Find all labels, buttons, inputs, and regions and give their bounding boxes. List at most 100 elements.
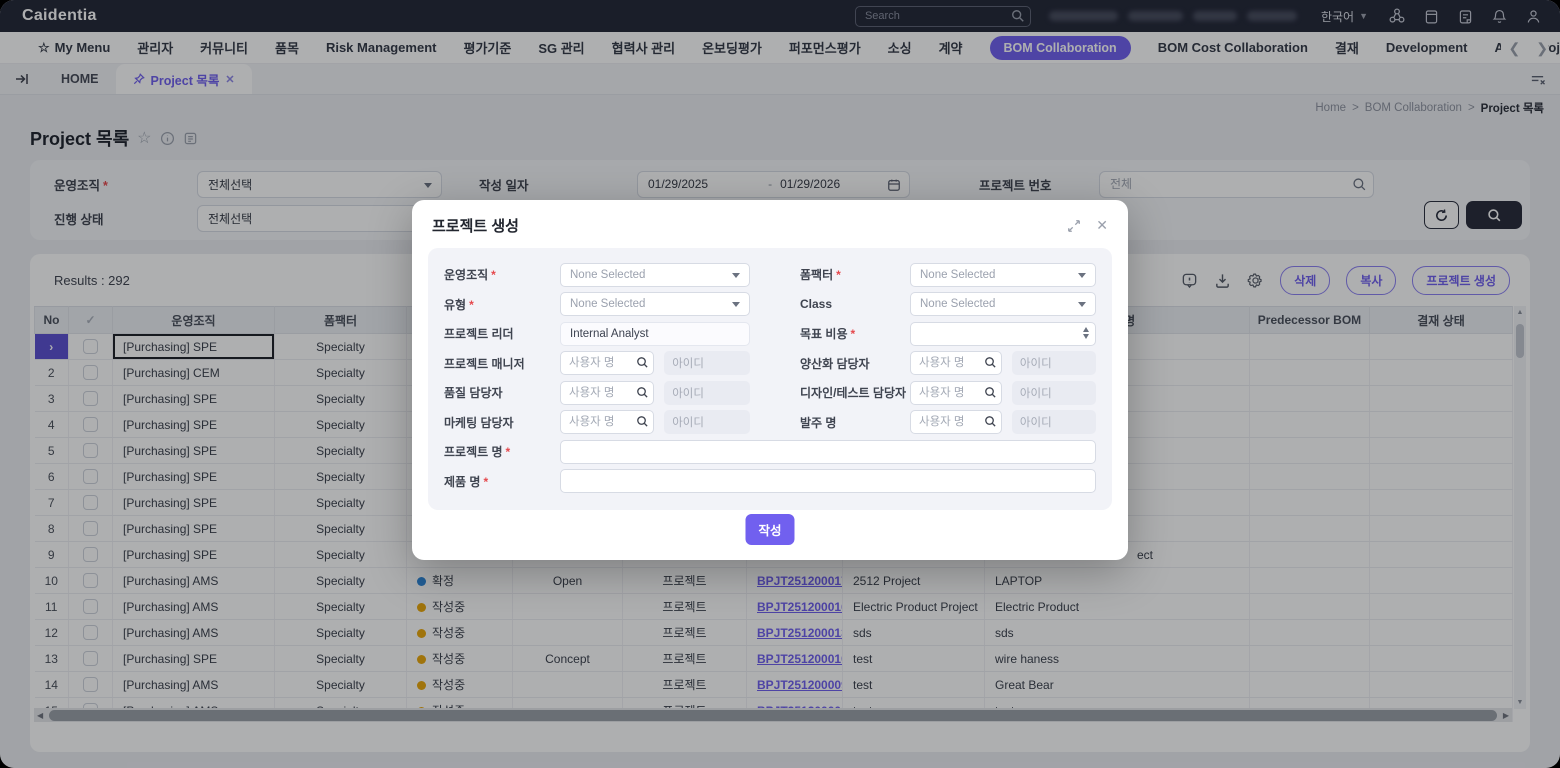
row-checkbox[interactable]: [83, 417, 98, 432]
row-checkbox[interactable]: [83, 443, 98, 458]
search-icon[interactable]: [636, 356, 649, 369]
vertical-scrollbar[interactable]: ▲ ▼: [1514, 306, 1526, 709]
row-checkbox[interactable]: [83, 651, 98, 666]
menu-item[interactable]: 협력사 관리: [612, 38, 675, 57]
calendar-icon[interactable]: [887, 178, 901, 192]
close-tab-icon[interactable]: ✕: [225, 73, 234, 86]
table-row[interactable]: 10[Purchasing] AMSSpecialty확정Open프로젝트BPJ…: [35, 568, 1513, 594]
menu-item[interactable]: ☆My Menu: [38, 40, 110, 56]
tab-project-list[interactable]: Project 목록 ✕: [116, 64, 252, 94]
menu-item[interactable]: 퍼포먼스평가: [789, 38, 861, 57]
spin-up-icon[interactable]: [1083, 327, 1089, 332]
row-checkbox[interactable]: [83, 365, 98, 380]
table-row[interactable]: 14[Purchasing] AMSSpecialty작성중프로젝트BPJT25…: [35, 672, 1513, 698]
filter-date-range[interactable]: 01/29/2025 - 01/29/2026: [637, 171, 910, 198]
menu-item[interactable]: Development: [1386, 40, 1468, 55]
column-header[interactable]: ✓: [69, 307, 113, 334]
org-chart-icon[interactable]: [1388, 7, 1406, 25]
vertical-scroll-thumb[interactable]: [1516, 324, 1524, 358]
project-number-link[interactable]: BPJT251200013: [757, 626, 843, 640]
settings-gear-icon[interactable]: [1247, 272, 1264, 289]
memo-icon[interactable]: [1457, 8, 1474, 25]
row-checkbox[interactable]: [83, 339, 98, 354]
tooltip-icon[interactable]: [1181, 272, 1198, 289]
search-icon[interactable]: [636, 415, 649, 428]
breadcrumb-item[interactable]: BOM Collaboration: [1365, 102, 1462, 114]
제품 명-input[interactable]: [560, 469, 1096, 493]
download-icon[interactable]: [1214, 272, 1231, 289]
refresh-button[interactable]: [1424, 201, 1459, 229]
create-project-button[interactable]: 프로젝트 생성: [1412, 266, 1510, 295]
row-checkbox[interactable]: [83, 547, 98, 562]
scroll-down-icon[interactable]: ▼: [1517, 699, 1524, 706]
breadcrumb-item[interactable]: Home: [1315, 102, 1346, 114]
menu-item[interactable]: Risk Management: [326, 40, 437, 55]
spin-down-icon[interactable]: [1083, 334, 1089, 339]
row-checkbox[interactable]: [83, 391, 98, 406]
filter-org-select[interactable]: 전체선택: [197, 171, 442, 198]
row-checkbox[interactable]: [83, 469, 98, 484]
expand-icon[interactable]: [1067, 219, 1081, 233]
global-search-input[interactable]: [855, 6, 1031, 27]
language-selector[interactable]: 한국어 ▼: [1321, 8, 1368, 25]
modal-select-Class[interactable]: None Selected: [910, 292, 1096, 316]
tab-home[interactable]: HOME: [44, 64, 116, 94]
horizontal-scroll-thumb[interactable]: [49, 710, 1497, 721]
row-checkbox[interactable]: [83, 677, 98, 692]
clipboard-icon[interactable]: [1423, 8, 1440, 25]
close-all-tabs-icon[interactable]: [1529, 64, 1546, 94]
search-button[interactable]: [1466, 201, 1522, 229]
bell-icon[interactable]: [1491, 8, 1508, 25]
menu-item[interactable]: BOM Cost Collaboration: [1158, 40, 1308, 55]
spinner-buttons[interactable]: [1083, 327, 1089, 339]
submit-button[interactable]: 작성: [745, 514, 794, 545]
menu-item[interactable]: 온보딩평가: [702, 38, 762, 57]
profile-icon[interactable]: [1525, 8, 1542, 25]
row-checkbox[interactable]: [83, 625, 98, 640]
favorite-star-icon[interactable]: ☆: [137, 128, 151, 148]
table-row[interactable]: 11[Purchasing] AMSSpecialty작성중프로젝트BPJT25…: [35, 594, 1513, 620]
project-number-link[interactable]: BPJT251200017: [757, 574, 843, 588]
scroll-right-icon[interactable]: ▶: [1503, 711, 1509, 720]
menu-item[interactable]: 계약: [939, 38, 963, 57]
project-number-link[interactable]: BPJT251200009: [757, 678, 843, 692]
breadcrumb-item[interactable]: Project 목록: [1481, 100, 1544, 116]
search-icon[interactable]: [636, 386, 649, 399]
menu-item[interactable]: 관리자: [137, 38, 173, 57]
modal-select-폼팩터[interactable]: None Selected: [910, 263, 1096, 287]
number-field[interactable]: [910, 322, 1096, 346]
expand-panel-icon[interactable]: [0, 64, 44, 94]
row-checkbox[interactable]: [83, 521, 98, 536]
menu-item[interactable]: 소싱: [888, 38, 912, 57]
table-row[interactable]: 12[Purchasing] AMSSpecialty작성중프로젝트BPJT25…: [35, 620, 1513, 646]
copy-button[interactable]: 복사: [1346, 266, 1396, 295]
info-icon[interactable]: [160, 131, 175, 146]
project-number-link[interactable]: BPJT251200016: [757, 600, 843, 614]
delete-button[interactable]: 삭제: [1280, 266, 1330, 295]
filter-number-input[interactable]: [1099, 171, 1374, 198]
프로젝트 명-input[interactable]: [560, 440, 1096, 464]
menu-scroll-left-icon[interactable]: ❮: [1509, 40, 1521, 57]
row-checkbox[interactable]: [83, 573, 98, 588]
modal-select-유형[interactable]: None Selected: [560, 292, 750, 316]
project-number-link[interactable]: BPJT251200010: [757, 652, 843, 666]
search-icon[interactable]: [984, 415, 997, 428]
horizontal-scrollbar[interactable]: ◀ ▶: [34, 708, 1512, 722]
search-icon[interactable]: [984, 386, 997, 399]
row-checkbox[interactable]: [83, 599, 98, 614]
menu-scroll-right-icon[interactable]: ❯: [1536, 40, 1548, 57]
menu-item[interactable]: BOM Collaboration: [990, 36, 1131, 60]
scroll-up-icon[interactable]: ▲: [1517, 309, 1524, 316]
menu-item[interactable]: 결재: [1335, 38, 1359, 57]
modal-select-운영조직[interactable]: None Selected: [560, 263, 750, 287]
menu-item[interactable]: SG 관리: [538, 38, 584, 57]
close-icon[interactable]: ✕: [1096, 217, 1108, 234]
scroll-left-icon[interactable]: ◀: [37, 711, 43, 720]
manual-icon[interactable]: [183, 131, 198, 146]
menu-item[interactable]: 평가기준: [463, 38, 511, 57]
filter-status-select[interactable]: 전체선택: [197, 205, 442, 232]
table-row[interactable]: 13[Purchasing] SPESpecialty작성중Concept프로젝…: [35, 646, 1513, 672]
row-checkbox[interactable]: [83, 495, 98, 510]
menu-item[interactable]: 품목: [275, 38, 299, 57]
menu-item[interactable]: 커뮤니티: [200, 38, 248, 57]
